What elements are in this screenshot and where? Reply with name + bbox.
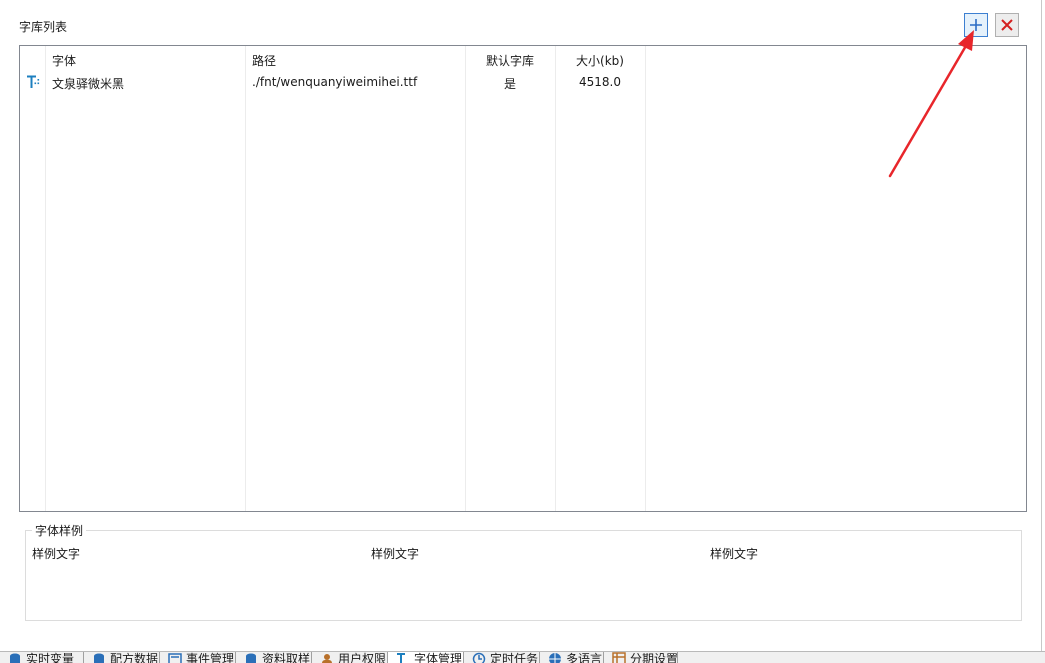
annotation-arrow — [0, 0, 1045, 662]
